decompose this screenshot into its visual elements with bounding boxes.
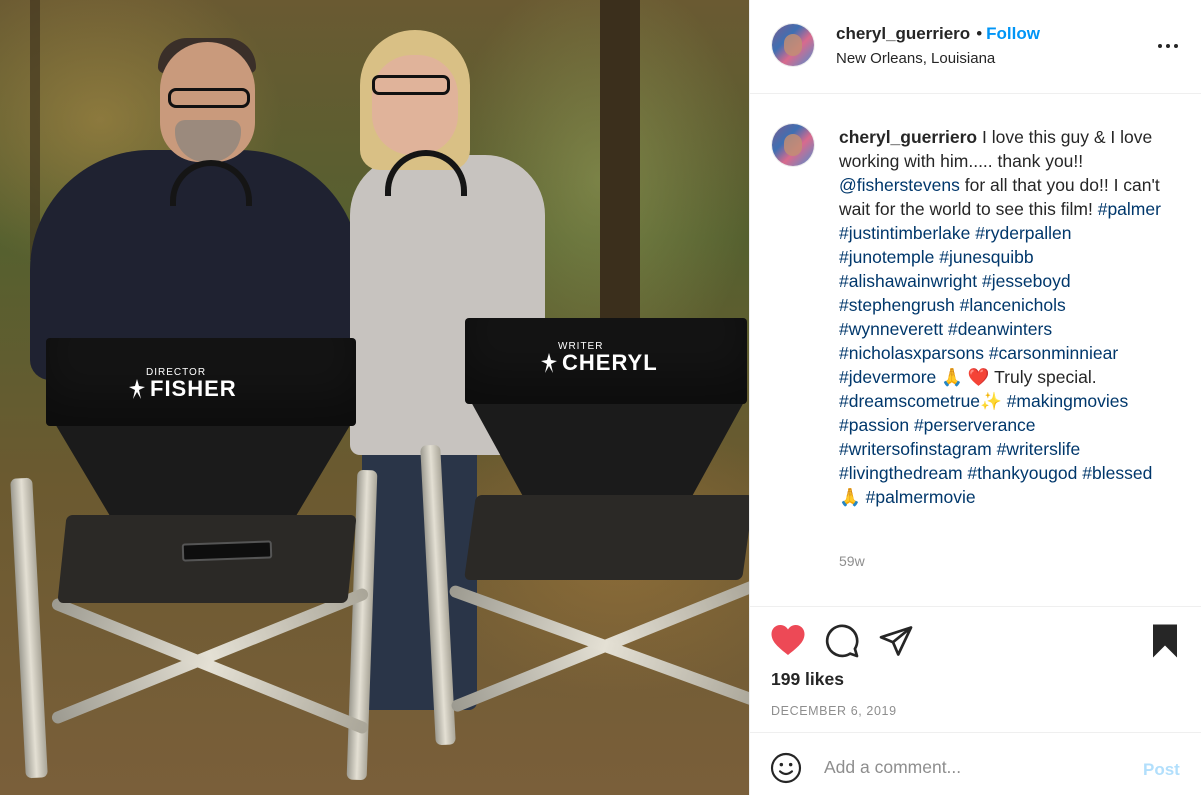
hashtag-link[interactable]: #junotemple xyxy=(839,247,934,267)
hashtag-link[interactable]: #wynneverett xyxy=(839,319,943,339)
action-bar: 199 likes DECEMBER 6, 2019 xyxy=(750,606,1201,733)
post-caption: cheryl_guerriero I love this guy & I lov… xyxy=(839,125,1169,509)
hashtag-link[interactable]: #writerslife xyxy=(997,439,1081,459)
hashtag-link[interactable]: #stephengrush xyxy=(839,295,955,315)
emoji-icon[interactable] xyxy=(770,752,802,784)
avatar[interactable] xyxy=(772,24,814,66)
chair-frame xyxy=(10,477,48,779)
chair-logo-icon xyxy=(540,352,558,374)
header-user-line: cheryl_guerriero • Follow xyxy=(836,24,1040,44)
director-chair-label: DIRECTOR FISHER xyxy=(128,368,237,400)
caption-text: 🙏 xyxy=(839,487,866,507)
hashtag-link[interactable]: #blessed xyxy=(1082,463,1152,483)
chair-logo-icon xyxy=(128,378,146,400)
man-glasses xyxy=(168,88,250,108)
hashtag-link[interactable]: #alishawainwright xyxy=(839,271,977,291)
caption-body: I love this guy & I love working with hi… xyxy=(839,127,1161,507)
hashtag-link[interactable]: #nicholasxparsons xyxy=(839,343,984,363)
woman-glasses xyxy=(372,75,450,95)
hashtag-link[interactable]: #passion xyxy=(839,415,909,435)
separator-dot: • xyxy=(976,24,983,43)
comment-icon[interactable] xyxy=(824,623,860,659)
chair-name: FISHER xyxy=(150,376,237,401)
hashtag-link[interactable]: #lancenichols xyxy=(960,295,1066,315)
hashtag-link[interactable]: #ryderpallen xyxy=(975,223,1071,243)
hashtag-link[interactable]: #makingmovies xyxy=(1007,391,1129,411)
hashtag-link[interactable]: #livingthedream xyxy=(839,463,963,483)
hashtag-link[interactable]: #palmer xyxy=(1098,199,1161,219)
hashtag-link[interactable]: #jesseboyd xyxy=(982,271,1071,291)
tree-branch xyxy=(30,0,40,260)
mention-link[interactable]: @fisherstevens xyxy=(839,175,960,195)
hashtag-link[interactable]: #dreamscometrue xyxy=(839,391,980,411)
follow-button[interactable]: Follow xyxy=(986,24,1040,43)
hashtag-link[interactable]: #writersofinstagram xyxy=(839,439,992,459)
location-link[interactable]: New Orleans, Louisiana xyxy=(836,50,995,67)
caption-username-link[interactable]: cheryl_guerriero xyxy=(839,127,977,147)
hashtag-link[interactable]: #junesquibb xyxy=(939,247,1033,267)
username-link[interactable]: cheryl_guerriero xyxy=(836,24,970,43)
likes-count[interactable]: 199 likes xyxy=(771,669,844,690)
hashtag-link[interactable]: #palmermovie xyxy=(866,487,976,507)
hashtag-link[interactable]: #deanwinters xyxy=(948,319,1052,339)
chair-seat xyxy=(464,495,749,580)
post-header: cheryl_guerriero • Follow New Orleans, Lou… xyxy=(750,0,1201,94)
post-time-ago[interactable]: 59w xyxy=(839,553,865,569)
caption-avatar[interactable] xyxy=(772,124,814,166)
caption-text: ✨ xyxy=(980,391,1007,411)
hashtag-link[interactable]: #justintimberlake xyxy=(839,223,970,243)
hashtag-link[interactable]: #thankyougod xyxy=(967,463,1077,483)
chair-back-lower xyxy=(470,400,745,510)
caption-text: 🙏 ❤️ Truly special. xyxy=(936,367,1097,387)
post-photo[interactable]: DIRECTOR FISHER WRITER CHERYL xyxy=(0,0,749,795)
chair-name: CHERYL xyxy=(562,350,658,375)
comment-input[interactable] xyxy=(824,751,1124,783)
writer-chair-label: WRITER CHERYL xyxy=(540,342,658,374)
hashtag-link[interactable]: #perserverance xyxy=(914,415,1036,435)
bookmark-icon[interactable] xyxy=(1148,623,1182,659)
post-side-panel: cheryl_guerriero • Follow New Orleans, Lou… xyxy=(749,0,1201,795)
woman-legs xyxy=(362,430,477,710)
woman-head xyxy=(372,55,458,155)
post-date[interactable]: DECEMBER 6, 2019 xyxy=(771,704,897,718)
hashtag-link[interactable]: #jdevermore xyxy=(839,367,936,387)
post-comment-button[interactable]: Post xyxy=(1143,760,1180,780)
hashtag-link[interactable]: #carsonminniear xyxy=(989,343,1118,363)
tree-trunk xyxy=(600,0,640,330)
like-heart-icon[interactable] xyxy=(770,623,806,657)
share-icon[interactable] xyxy=(878,623,914,659)
more-options-icon[interactable] xyxy=(1158,44,1178,49)
phone xyxy=(181,540,273,562)
comment-bar: Post xyxy=(750,732,1201,796)
chair-frame xyxy=(50,596,370,736)
